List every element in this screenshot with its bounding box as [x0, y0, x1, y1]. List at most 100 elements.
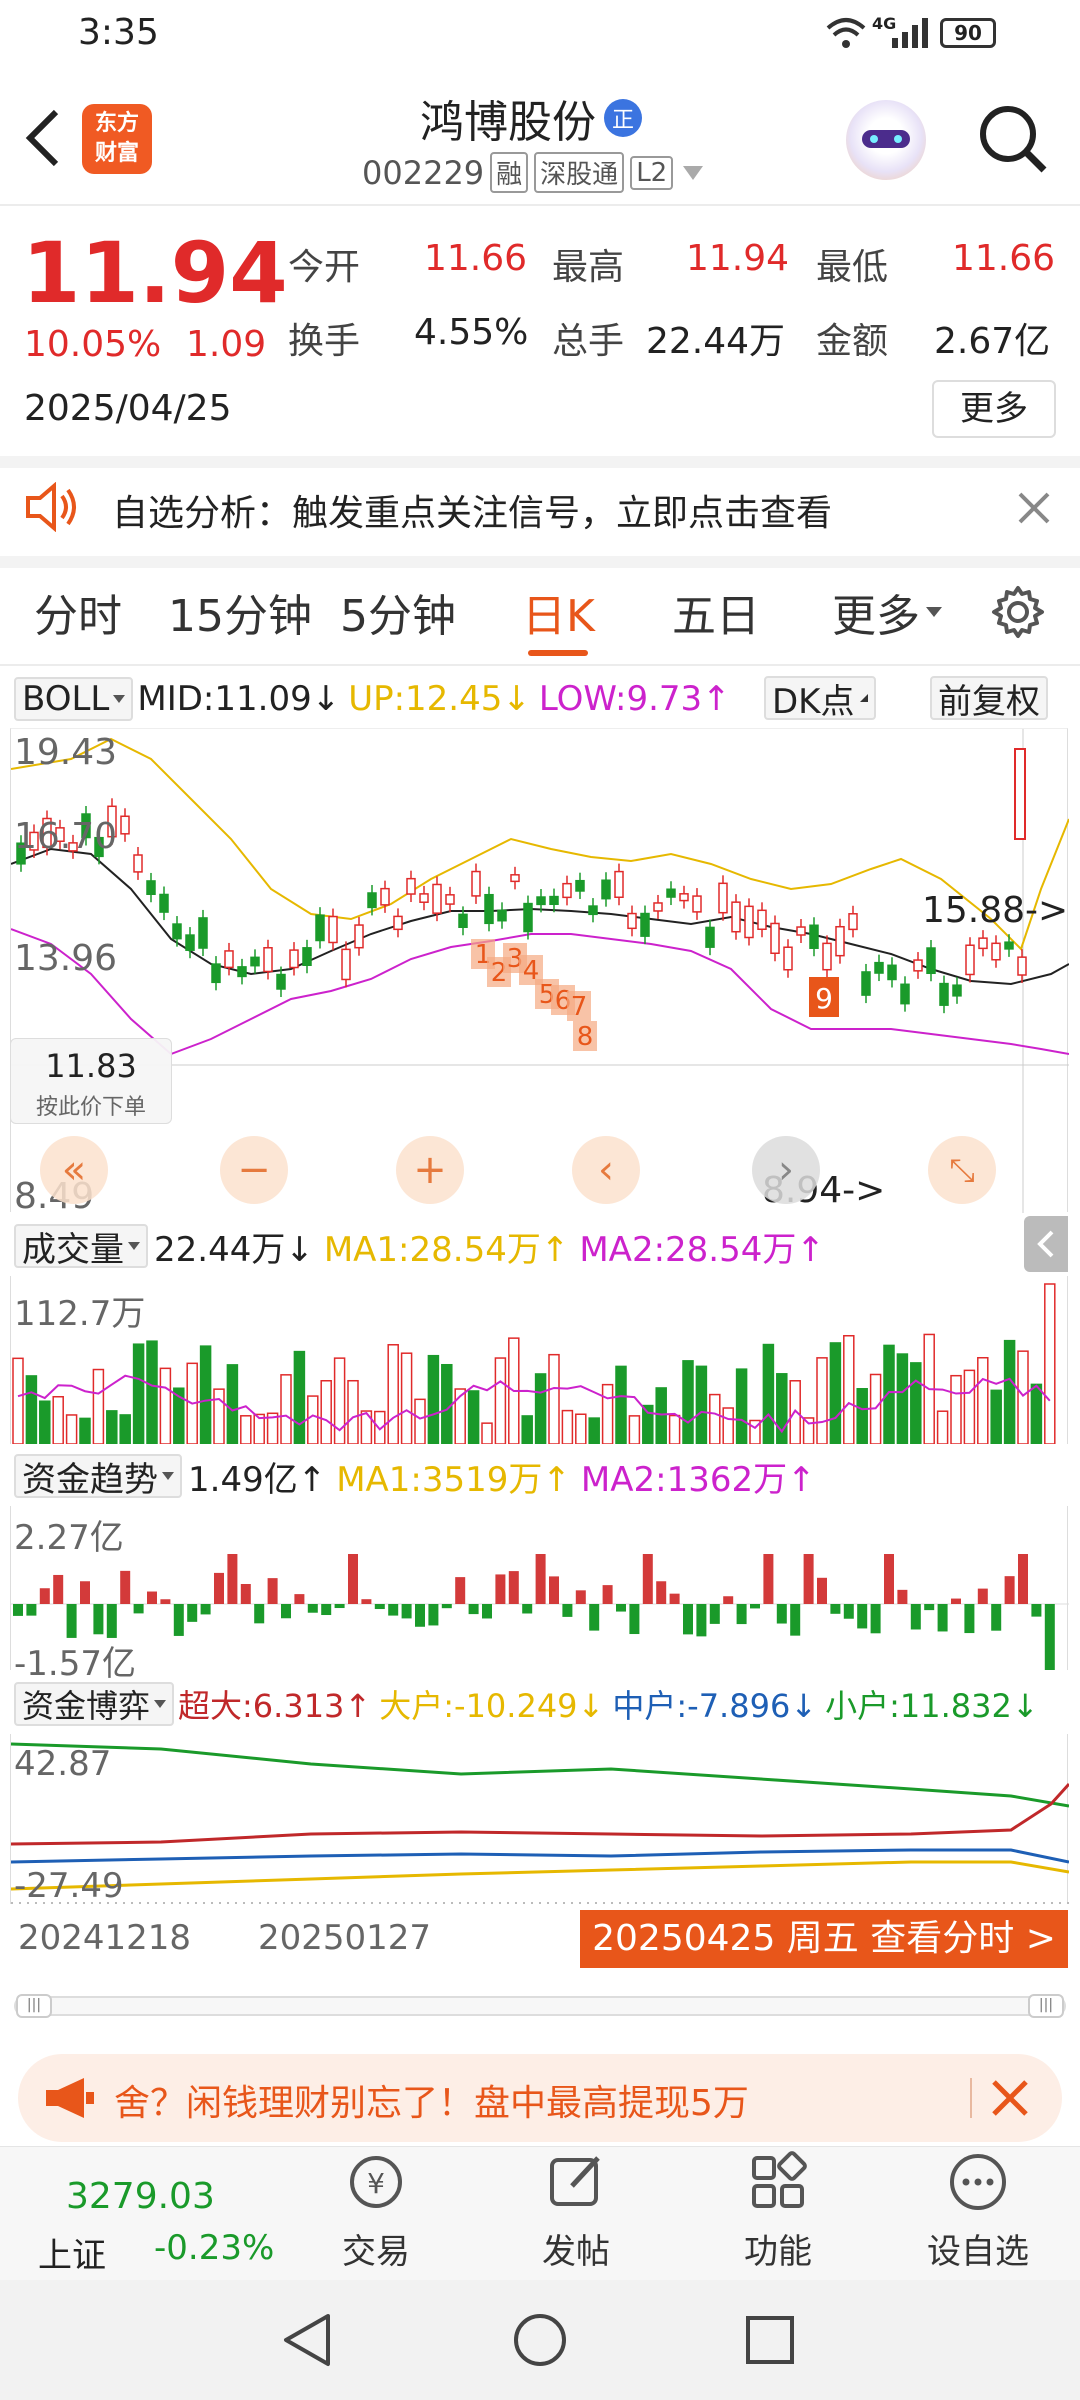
system-recents-icon[interactable] — [744, 2314, 796, 2370]
fast-back-icon[interactable]: « — [40, 1136, 108, 1204]
candle-body — [393, 915, 403, 931]
volume-bar — [25, 1375, 38, 1445]
candle-body — [744, 905, 754, 939]
fund-bar-positive — [803, 1554, 814, 1604]
fund-game-selector[interactable]: 资金博弈 — [14, 1682, 175, 1726]
fund-bar-negative — [857, 1604, 868, 1629]
stock-subline[interactable]: 002229 融 深股通 L2 — [362, 152, 704, 193]
fund-bar-negative — [281, 1604, 291, 1619]
ad-banner[interactable]: 舍？闲钱理财别忘了！盘中最高提现5万 — [18, 2054, 1062, 2142]
fund-bar-negative — [254, 1604, 265, 1624]
app-logo[interactable]: 东方 财富 — [82, 104, 152, 174]
fund-bar-negative — [562, 1604, 573, 1617]
candle-body — [757, 909, 767, 931]
tab-daily-k[interactable]: 日K — [522, 580, 595, 644]
close-banner-icon[interactable] — [1016, 490, 1052, 530]
fund-bar-positive — [1018, 1554, 1028, 1604]
fund-bar-negative — [589, 1604, 600, 1631]
adjust-button[interactable]: 前复权 — [930, 676, 1048, 722]
fund-bar-positive — [495, 1574, 506, 1604]
field-label-open: 今开 — [288, 247, 361, 288]
volume-bar — [441, 1363, 453, 1445]
more-button[interactable]: 更多 — [932, 380, 1056, 438]
fund-bar-negative — [200, 1604, 211, 1615]
signal-banner[interactable]: 自选分析：触发重点关注信号，立即点击查看 — [112, 484, 832, 536]
candle-body — [692, 895, 702, 913]
next-icon[interactable]: › — [752, 1136, 820, 1204]
back-icon[interactable] — [22, 108, 62, 172]
candle-body — [861, 971, 871, 996]
prev-icon[interactable]: ‹ — [572, 1136, 640, 1204]
candle-body — [510, 874, 520, 883]
volume-bar — [963, 1369, 976, 1445]
signal-number: 7 — [571, 992, 588, 1022]
volume-bar — [213, 1388, 225, 1445]
volume-bar — [655, 1387, 667, 1445]
candle-body — [679, 893, 689, 902]
volume-selector[interactable]: 成交量 — [14, 1224, 148, 1270]
volume-bar — [668, 1414, 681, 1445]
dk-point-button[interactable]: DK点 — [764, 676, 877, 722]
system-back-icon[interactable] — [280, 2312, 334, 2372]
fund-bar-negative — [66, 1604, 77, 1638]
scroll-handle-right[interactable]: ||| — [1028, 1994, 1064, 2018]
tab-five-day[interactable]: 五日 — [672, 580, 760, 644]
chart-scrollbar[interactable]: ||| ||| — [14, 1994, 1066, 2018]
volume-bar — [65, 1414, 78, 1445]
price-tip-value: 11.83 — [45, 1047, 137, 1085]
indicator-selector[interactable]: BOLL — [14, 677, 134, 721]
index-name: 上证 — [38, 2236, 106, 2276]
view-timeshare-button[interactable]: 20250425 周五 查看分时 > — [580, 1910, 1068, 1968]
nav-functions[interactable]: 功能 — [718, 2150, 838, 2273]
candle-body — [1004, 941, 1014, 950]
volume-bar — [132, 1343, 145, 1445]
volume-bar — [387, 1344, 399, 1445]
tab-more[interactable]: 更多 — [832, 580, 942, 644]
nav-post[interactable]: 发帖 — [516, 2150, 636, 2273]
tab-15min[interactable]: 15分钟 — [168, 580, 312, 644]
fund-bar-negative — [388, 1604, 399, 1616]
robot-avatar[interactable] — [846, 100, 926, 180]
fund-bar-negative — [830, 1604, 841, 1614]
nav-add-watchlist[interactable]: 设自选 — [918, 2150, 1038, 2273]
fund-bar-negative — [991, 1604, 1002, 1631]
price-tip-label: 按此价下单 — [35, 1095, 146, 1120]
volume-bar — [856, 1388, 868, 1445]
volume-bar — [414, 1398, 426, 1445]
nav-post-label: 发帖 — [542, 2232, 610, 2272]
candle-body — [939, 982, 949, 1006]
tab-timeshare[interactable]: 分时 — [34, 580, 122, 644]
expand-icon[interactable]: ⤡ — [928, 1136, 996, 1204]
kline-chart[interactable]: 123456789 — [10, 728, 1070, 1213]
fund-trend-selector[interactable]: 资金趋势 — [14, 1454, 182, 1500]
tab-5min[interactable]: 5分钟 — [340, 580, 456, 644]
volume-bar — [735, 1368, 748, 1445]
candle-body — [172, 923, 182, 940]
volume-bar — [240, 1415, 252, 1445]
fund-bar-negative — [26, 1604, 37, 1616]
fund-game-canvas — [10, 1742, 1071, 1904]
nav-trade[interactable]: ¥ 交易 — [316, 2150, 436, 2273]
volume-bar — [628, 1415, 641, 1445]
volume-bar — [226, 1364, 239, 1445]
index-value[interactable]: 3279.03 — [66, 2176, 215, 2217]
search-icon[interactable] — [976, 102, 1048, 178]
boll-mid: MID:11.09↓ — [137, 679, 341, 719]
fund-bar-negative — [401, 1604, 412, 1619]
field-label-turnover: 换手 — [288, 321, 361, 362]
volume-bar — [548, 1353, 560, 1445]
settings-gear-icon[interactable] — [990, 584, 1046, 644]
zoom-out-icon[interactable]: − — [220, 1136, 288, 1204]
scroll-handle-left[interactable]: ||| — [16, 1994, 52, 2018]
collapse-panel-icon[interactable] — [1024, 1216, 1068, 1272]
candle-body — [276, 973, 286, 990]
edit-post-icon — [550, 2156, 600, 2206]
price-tip[interactable]: 11.83 按此价下单 — [10, 1038, 172, 1124]
close-ad-icon[interactable] — [990, 2078, 1030, 2122]
fund-game-small: 小户:11.832↓ — [825, 1687, 1039, 1725]
candle-body — [614, 870, 624, 899]
system-home-icon[interactable] — [512, 2312, 568, 2372]
zoom-in-icon[interactable]: + — [396, 1136, 464, 1204]
candle-body — [341, 948, 351, 981]
fund-bar-negative — [937, 1604, 948, 1632]
